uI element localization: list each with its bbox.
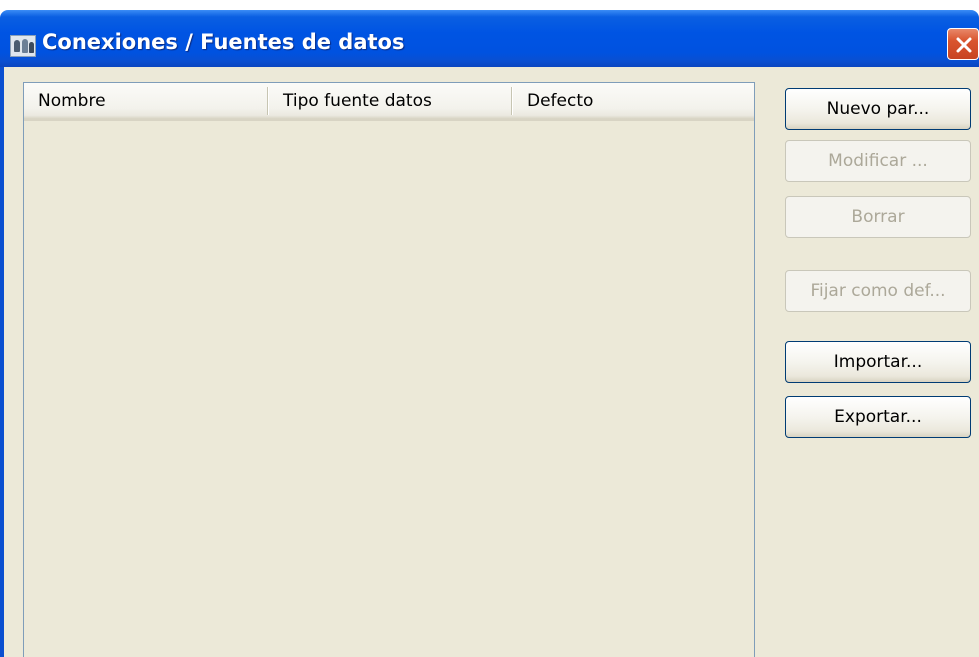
close-icon (956, 37, 972, 53)
column-header-nombre[interactable]: Nombre (24, 83, 267, 119)
title-bar[interactable]: Conexiones / Fuentes de datos (0, 10, 979, 67)
delete-button[interactable]: Borrar (785, 196, 971, 238)
column-header-defecto[interactable]: Defecto (513, 83, 753, 119)
set-default-button[interactable]: Fijar como def... (785, 270, 971, 312)
people-group-icon (10, 35, 36, 57)
connections-dialog: Conexiones / Fuentes de datos Nombre Tip… (0, 0, 979, 657)
close-button[interactable] (947, 28, 979, 60)
modify-button[interactable]: Modificar ... (785, 140, 971, 182)
new-button[interactable]: Nuevo par... (785, 88, 971, 130)
window-title: Conexiones / Fuentes de datos (42, 30, 405, 54)
list-header: Nombre Tipo fuente datos Defecto (24, 83, 754, 121)
export-button[interactable]: Exportar... (785, 396, 971, 438)
connections-list[interactable]: Nombre Tipo fuente datos Defecto (23, 82, 755, 657)
column-header-tipo-fuente-datos[interactable]: Tipo fuente datos (269, 83, 511, 119)
import-button[interactable]: Importar... (785, 341, 971, 383)
